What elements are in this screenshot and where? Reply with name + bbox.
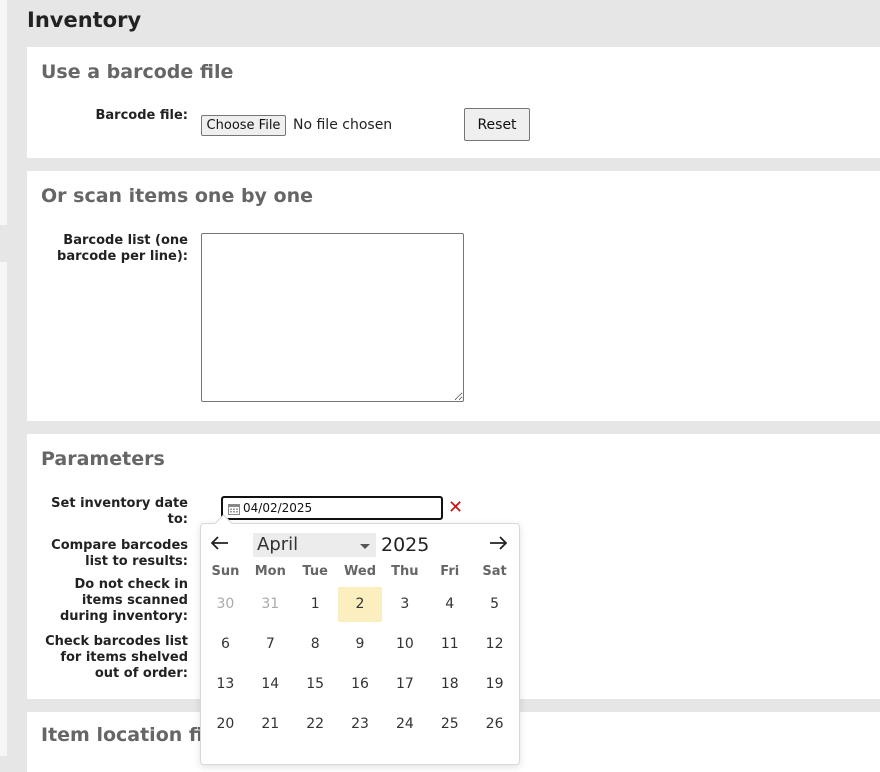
calendar-day[interactable]: 10 xyxy=(382,627,427,662)
inventory-date-field[interactable] xyxy=(221,496,443,520)
calendar-day[interactable]: 7 xyxy=(248,627,293,662)
barcode-list-label: Barcode list (one barcode per line): xyxy=(18,233,188,265)
parameters-title: Parameters xyxy=(41,448,165,470)
weekday-label: Sun xyxy=(211,564,240,579)
compare-barcodes-label-line: list to results: xyxy=(85,554,188,569)
reset-button[interactable]: Reset xyxy=(464,108,530,141)
calendar-day[interactable]: 22 xyxy=(293,707,338,742)
calendar-week: 20 21 22 23 24 25 26 xyxy=(201,707,519,742)
compare-barcodes-label: Compare barcodes list to results: xyxy=(18,538,188,570)
do-not-checkin-label-line: Do not check in xyxy=(74,577,188,592)
out-of-order-label-line: out of order: xyxy=(94,666,188,681)
out-of-order-label: Check barcodes list for items shelved ou… xyxy=(18,634,188,682)
compare-barcodes-label-line: Compare barcodes xyxy=(51,538,188,553)
calendar-day[interactable]: 13 xyxy=(203,667,248,702)
calendar-day[interactable]: 17 xyxy=(382,667,427,702)
calendar-day[interactable]: 15 xyxy=(293,667,338,702)
scan-items-title: Or scan items one by one xyxy=(41,185,314,207)
chevron-down-icon xyxy=(360,544,370,549)
inventory-date-label-line: to: xyxy=(167,512,188,527)
calendar-day[interactable]: 11 xyxy=(427,627,472,662)
calendar-week: 6 7 8 9 10 11 12 xyxy=(201,627,519,662)
inventory-date-label: Set inventory date to: xyxy=(18,496,188,528)
calendar-day[interactable]: 12 xyxy=(472,627,517,662)
weekday-label: Sat xyxy=(482,564,507,579)
calendar-day[interactable]: 30 xyxy=(203,587,248,622)
weekday-label: Thu xyxy=(391,564,419,579)
month-select[interactable]: April xyxy=(253,533,376,557)
inventory-date-label-line: Set inventory date xyxy=(51,496,188,511)
calendar-day[interactable]: 25 xyxy=(427,707,472,742)
do-not-checkin-label-line: items scanned xyxy=(81,593,188,608)
left-edge xyxy=(0,0,7,756)
weekday-label: Wed xyxy=(344,564,376,579)
month-select-value: April xyxy=(257,534,299,555)
weekday-header: Sun Mon Tue Wed Thu Fri Sat xyxy=(201,564,519,582)
calendar-day[interactable]: 20 xyxy=(203,707,248,742)
calendar-day[interactable]: 14 xyxy=(248,667,293,702)
out-of-order-label-line: for items shelved xyxy=(60,650,188,665)
weekday-label: Fri xyxy=(440,564,460,579)
calendar-grid: Sun Mon Tue Wed Thu Fri Sat 30 31 1 2 3 … xyxy=(201,564,519,742)
calendar-week: 13 14 15 16 17 18 19 xyxy=(201,667,519,702)
page-title: Inventory xyxy=(27,8,142,32)
barcode-list-label-line: Barcode list (one xyxy=(63,233,188,248)
calendar-day[interactable]: 21 xyxy=(248,707,293,742)
weekday-label: Tue xyxy=(302,564,328,579)
calendar-day[interactable]: 16 xyxy=(338,667,383,702)
date-picker-popup: April 2025 Sun Mon Tue Wed Thu Fri Sat 3… xyxy=(200,523,520,765)
barcode-file-title: Use a barcode file xyxy=(41,61,234,83)
choose-file-button[interactable]: Choose File xyxy=(201,115,286,136)
calendar-day[interactable]: 31 xyxy=(248,587,293,622)
calendar-day[interactable]: 1 xyxy=(293,587,338,622)
out-of-order-label-line: Check barcodes list xyxy=(45,634,188,649)
calendar-day[interactable]: 8 xyxy=(293,627,338,662)
calendar-day[interactable]: 18 xyxy=(427,667,472,702)
arrow-left-icon[interactable] xyxy=(210,534,229,555)
calendar-day[interactable]: 26 xyxy=(472,707,517,742)
inventory-date-input[interactable] xyxy=(243,499,433,517)
barcode-file-label: Barcode file: xyxy=(95,108,189,123)
calendar-day[interactable]: 3 xyxy=(382,587,427,622)
clear-date-icon[interactable]: ✕ xyxy=(448,496,463,520)
barcode-list-label-line: barcode per line): xyxy=(57,249,188,264)
scan-items-panel: Or scan items one by one Barcode list (o… xyxy=(27,171,880,421)
left-edge-segment xyxy=(0,262,7,756)
barcode-file-panel: Use a barcode file Barcode file: Choose … xyxy=(27,47,880,158)
calendar-day[interactable]: 4 xyxy=(427,587,472,622)
barcode-list-textarea[interactable] xyxy=(201,233,464,402)
calendar-day[interactable]: 9 xyxy=(338,627,383,662)
left-edge-segment xyxy=(0,0,7,225)
no-file-chosen-text: No file chosen xyxy=(293,117,393,133)
arrow-right-icon[interactable] xyxy=(489,534,508,555)
calendar-day[interactable]: 24 xyxy=(382,707,427,742)
calendar-day[interactable]: 6 xyxy=(203,627,248,662)
calendar-day[interactable]: 19 xyxy=(472,667,517,702)
calendar-week: 30 31 1 2 3 4 5 xyxy=(201,587,519,622)
do-not-checkin-label: Do not check in items scanned during inv… xyxy=(18,577,188,625)
calendar-day[interactable]: 23 xyxy=(338,707,383,742)
year-display[interactable]: 2025 xyxy=(381,533,429,557)
calendar-day-today[interactable]: 2 xyxy=(337,587,383,622)
calendar-day[interactable]: 5 xyxy=(472,587,517,622)
do-not-checkin-label-line: during inventory: xyxy=(59,609,188,624)
weekday-label: Mon xyxy=(254,564,286,579)
calendar-icon xyxy=(228,504,240,515)
